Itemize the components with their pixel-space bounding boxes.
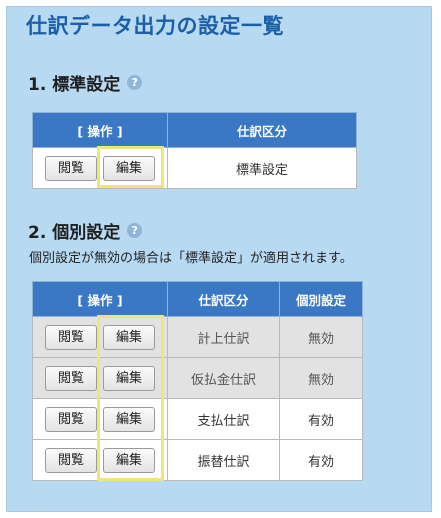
view-button[interactable]: 閲覧: [45, 406, 97, 432]
edit-button[interactable]: 編集: [103, 155, 155, 181]
question-icon[interactable]: ?: [127, 75, 143, 90]
section-individual-title: 2. 個別設定: [28, 223, 121, 243]
category-cell: 標準設定: [167, 147, 357, 189]
table-row: 閲覧 編集 振替仕訳 有効: [32, 439, 363, 481]
view-button[interactable]: 閲覧: [45, 447, 97, 473]
view-button[interactable]: 閲覧: [45, 324, 97, 350]
edit-button[interactable]: 編集: [103, 447, 155, 473]
edit-button[interactable]: 編集: [103, 365, 155, 391]
individual-settings-table: [ 操作 ] 仕訳区分 個別設定 閲覧 編集 計上仕訳 無効 閲覧 編集 仮払金: [32, 281, 363, 481]
category-cell: 支払仕訳: [167, 398, 280, 440]
column-header-category: 仕訳区分: [167, 281, 280, 317]
column-header-operation: [ 操作 ]: [32, 112, 168, 148]
category-cell: 振替仕訳: [167, 439, 280, 481]
table-row: 閲覧 編集 計上仕訳 無効: [32, 316, 363, 358]
question-icon[interactable]: ?: [127, 223, 143, 238]
column-header-individual: 個別設定: [279, 281, 363, 317]
view-button[interactable]: 閲覧: [45, 365, 97, 391]
column-header-category: 仕訳区分: [167, 112, 357, 148]
category-cell: 計上仕訳: [167, 316, 280, 358]
status-cell: 有効: [279, 398, 363, 440]
individual-settings-note: 個別設定が無効の場合は「標準設定」が適用されます。: [29, 251, 353, 266]
status-cell: 無効: [279, 316, 363, 358]
page-title: 仕訳データ出力の設定一覧: [26, 14, 284, 38]
column-header-operation: [ 操作 ]: [32, 281, 168, 317]
section-standard-heading: 1. 標準設定 ?: [28, 70, 143, 95]
section-standard-title: 1. 標準設定: [28, 75, 121, 95]
table-row: 閲覧 編集 仮払金仕訳 無効: [32, 357, 363, 399]
standard-settings-table: [ 操作 ] 仕訳区分 閲覧 編集 標準設定: [32, 112, 357, 189]
category-cell: 仮払金仕訳: [167, 357, 280, 399]
status-cell: 無効: [279, 357, 363, 399]
view-button[interactable]: 閲覧: [45, 155, 97, 181]
table-row: 閲覧 編集 支払仕訳 有効: [32, 398, 363, 440]
section-individual-heading: 2. 個別設定 ?: [28, 218, 143, 243]
table-row: 閲覧 編集 標準設定: [32, 147, 357, 189]
edit-button[interactable]: 編集: [103, 406, 155, 432]
status-cell: 有効: [279, 439, 363, 481]
edit-button[interactable]: 編集: [103, 324, 155, 350]
